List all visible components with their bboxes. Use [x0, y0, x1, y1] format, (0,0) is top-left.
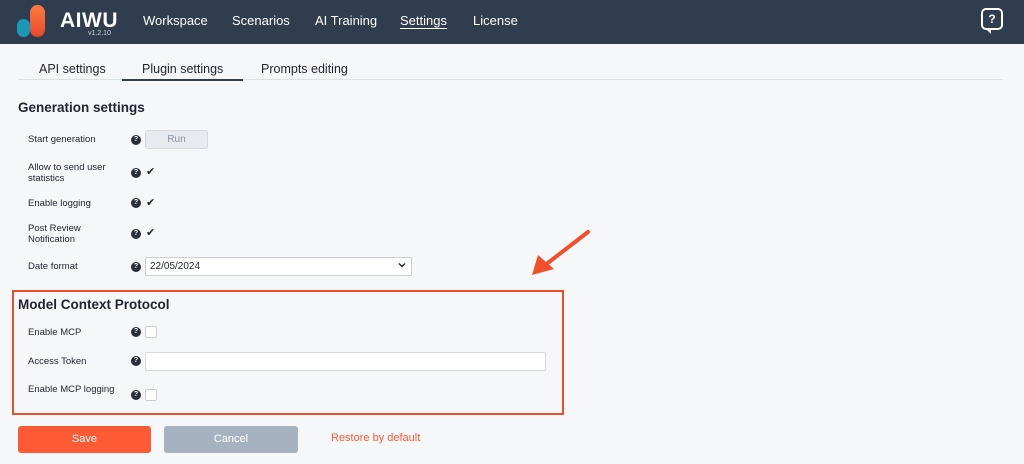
- access-token-label: Access Token: [28, 356, 87, 367]
- access-token-input[interactable]: [145, 352, 546, 371]
- nav-item-workspace[interactable]: Workspace: [143, 13, 208, 28]
- checkmark-icon[interactable]: ✔: [146, 197, 158, 209]
- nav-item-ai-training[interactable]: AI Training: [315, 13, 377, 28]
- logo-blue-shape: [17, 19, 30, 37]
- question-circle-icon[interactable]: ?: [131, 135, 141, 145]
- cancel-button[interactable]: Cancel: [164, 426, 298, 453]
- app-version: v1.2.10: [88, 30, 111, 37]
- settings-tabs: API settings Plugin settings Prompts edi…: [18, 60, 1003, 81]
- red-arrow-icon: [532, 230, 590, 275]
- nav-item-license[interactable]: License: [473, 13, 518, 28]
- enable-mcp-logging-checkbox[interactable]: [145, 389, 157, 401]
- help-chat-icon[interactable]: ?: [981, 8, 1003, 34]
- checkmark-icon[interactable]: ✔: [146, 227, 158, 239]
- enable-logging-label: Enable logging: [28, 198, 91, 209]
- question-circle-icon[interactable]: ?: [131, 390, 141, 400]
- enable-mcp-logging-label: Enable MCP logging: [28, 384, 115, 395]
- question-circle-icon[interactable]: ?: [131, 356, 141, 366]
- question-circle-icon[interactable]: ?: [131, 229, 141, 239]
- restore-default-link[interactable]: Restore by default: [331, 432, 420, 444]
- question-circle-icon[interactable]: ?: [131, 168, 141, 178]
- chevron-down-icon: [398, 263, 406, 268]
- checkmark-icon[interactable]: ✔: [146, 166, 158, 178]
- date-format-value: 22/05/2024: [150, 261, 201, 272]
- nav-item-scenarios[interactable]: Scenarios: [232, 13, 290, 28]
- date-format-select[interactable]: 22/05/2024: [145, 257, 412, 276]
- run-button[interactable]: Run: [145, 130, 208, 149]
- date-format-label: Date format: [28, 261, 78, 272]
- mcp-title: Model Context Protocol: [18, 297, 170, 312]
- enable-mcp-label: Enable MCP: [28, 327, 82, 338]
- logo-orange-shape: [30, 5, 45, 37]
- start-generation-label: Start generation: [28, 134, 96, 145]
- top-navigation-bar: AIWU v1.2.10 Workspace Scenarios AI Trai…: [0, 0, 1024, 44]
- nav-item-settings[interactable]: Settings: [400, 13, 447, 28]
- enable-mcp-checkbox[interactable]: [145, 326, 157, 338]
- post-review-label: Post Review Notification: [28, 223, 81, 245]
- allow-statistics-label: Allow to send user statistics: [28, 162, 106, 184]
- aiwu-logo[interactable]: [17, 5, 49, 39]
- tab-prompts-editing[interactable]: Prompts editing: [261, 62, 348, 76]
- tab-plugin-settings[interactable]: Plugin settings: [121, 62, 244, 81]
- question-circle-icon[interactable]: ?: [131, 198, 141, 208]
- question-circle-icon[interactable]: ?: [131, 327, 141, 337]
- tab-api-settings[interactable]: API settings: [39, 62, 106, 76]
- save-button[interactable]: Save: [18, 426, 151, 453]
- question-circle-icon[interactable]: ?: [131, 262, 141, 272]
- generation-settings-title: Generation settings: [18, 100, 145, 115]
